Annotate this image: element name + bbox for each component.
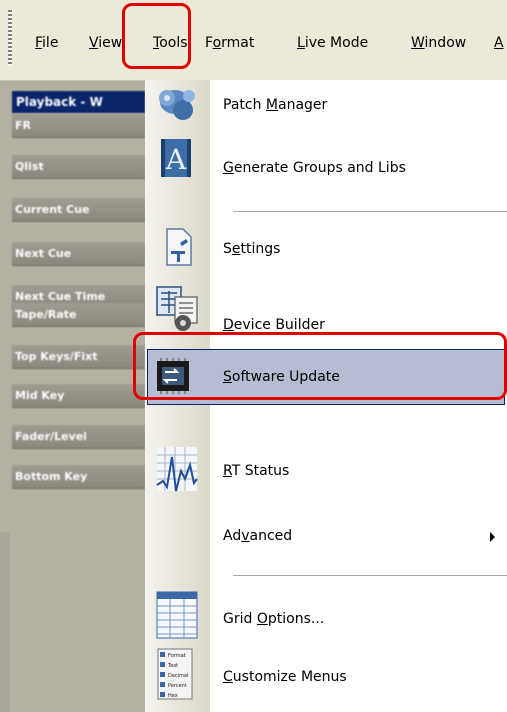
menu-item-label: Customize Menus bbox=[223, 669, 347, 685]
tools-highlight-annotation bbox=[122, 3, 191, 69]
menu-label: ile bbox=[42, 35, 59, 51]
menu-item-label: Device Builder bbox=[223, 317, 325, 333]
menu-item-label: Settings bbox=[223, 241, 281, 257]
pane-row[interactable]: Top Keys/Fixt bbox=[12, 345, 145, 369]
menu-item-rt-status[interactable]: RT Status bbox=[145, 445, 507, 495]
patch-manager-icon bbox=[153, 84, 203, 128]
menu-item-label: Advanced bbox=[223, 528, 293, 544]
pane-row[interactable]: Bottom Key bbox=[12, 465, 145, 489]
menu-bar: File View Tools Format Live Mode Window … bbox=[0, 0, 507, 81]
device-builder-icon bbox=[153, 283, 203, 333]
menu-label: iew bbox=[98, 35, 123, 51]
software-update-highlight-annotation bbox=[133, 332, 507, 400]
pane-filler bbox=[0, 532, 10, 712]
menu-item-patch-manager[interactable]: Patch Manager bbox=[145, 80, 507, 130]
pane-row[interactable]: Next Cue bbox=[12, 242, 145, 266]
pane-row[interactable]: Mid Key bbox=[12, 384, 145, 408]
menu-file[interactable]: File bbox=[35, 33, 58, 53]
playback-pane: Playback - W FR Qlist Current Cue Next C… bbox=[0, 81, 145, 712]
format-icon-line: Hex bbox=[168, 693, 178, 699]
menu-label: F bbox=[205, 35, 213, 51]
format-icon-line: Format bbox=[168, 653, 186, 659]
pane-row[interactable]: Tape/Rate bbox=[12, 303, 145, 327]
pane-row[interactable]: Fader/Level bbox=[12, 425, 145, 449]
menu-item-device-builder[interactable]: Device Builder bbox=[145, 278, 507, 338]
pane-row[interactable]: FR bbox=[12, 114, 145, 138]
menu-item-label: Grid Options... bbox=[223, 611, 325, 627]
settings-icon bbox=[153, 225, 203, 269]
grid-options-icon bbox=[153, 590, 203, 640]
menu-item-grid-options[interactable]: Grid Options... bbox=[145, 588, 507, 640]
generate-groups-icon: A bbox=[153, 135, 203, 179]
menu-label: indow bbox=[424, 35, 467, 51]
format-icon-line: Decimal bbox=[168, 673, 188, 679]
menu-mnemonic: o bbox=[212, 35, 222, 51]
pane-row[interactable]: Current Cue bbox=[12, 198, 145, 222]
menu-separator bbox=[233, 575, 507, 576]
menu-item-advanced[interactable]: Advanced bbox=[145, 526, 507, 548]
menu-a[interactable]: A bbox=[494, 33, 504, 53]
format-icon-line: Percent bbox=[168, 683, 187, 689]
menu-item-settings[interactable]: Settings bbox=[145, 220, 507, 272]
svg-text:A: A bbox=[165, 143, 187, 176]
menu-mnemonic: L bbox=[297, 35, 305, 51]
menu-item-label: RT Status bbox=[223, 463, 290, 479]
rt-status-icon bbox=[153, 445, 203, 495]
menu-item-label: Generate Groups and Libs bbox=[223, 160, 406, 176]
pane-title[interactable]: Playback - W bbox=[12, 91, 145, 113]
menu-view[interactable]: View bbox=[89, 33, 122, 53]
toolbar-grip[interactable] bbox=[8, 10, 12, 66]
menu-separator bbox=[233, 211, 507, 212]
menu-live-mode[interactable]: Live Mode bbox=[297, 33, 368, 53]
menu-mnemonic: V bbox=[89, 35, 99, 51]
menu-mnemonic: A bbox=[494, 35, 504, 51]
submenu-arrow-icon bbox=[490, 532, 495, 542]
menu-item-label: Patch Manager bbox=[223, 97, 328, 113]
menu-label: rmat bbox=[221, 35, 255, 51]
pane-row[interactable]: Qlist bbox=[12, 155, 145, 179]
menu-item-generate-groups[interactable]: A Generate Groups and Libs bbox=[145, 132, 507, 182]
format-icon-line: Text bbox=[167, 663, 178, 669]
customize-menus-icon: Format Text Decimal Percent Hex bbox=[157, 648, 193, 700]
menu-mnemonic: W bbox=[411, 35, 425, 51]
menu-label: ive Mode bbox=[304, 35, 369, 51]
menu-window[interactable]: Window bbox=[411, 33, 466, 53]
menu-format[interactable]: Format bbox=[205, 33, 254, 53]
menu-item-customize-menus[interactable]: Format Text Decimal Percent Hex Customiz… bbox=[145, 646, 507, 702]
menu-mnemonic: F bbox=[35, 35, 43, 51]
